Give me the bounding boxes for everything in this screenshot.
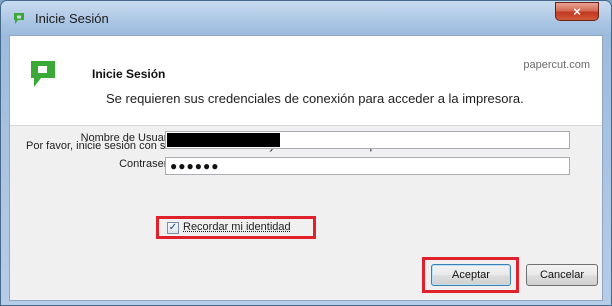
username-redaction — [167, 133, 280, 147]
title-bar[interactable]: Inicie Sesión × — [1, 1, 611, 35]
remember-checkbox[interactable]: ✓ — [167, 222, 179, 234]
login-dialog-window: Inicie Sesión × Inicie Sesión papercut.c… — [0, 0, 612, 306]
window-title: Inicie Sesión — [35, 11, 109, 26]
check-icon: ✓ — [168, 222, 178, 233]
cancel-button[interactable]: Cancelar — [526, 264, 598, 286]
papercut-app-icon — [14, 13, 24, 24]
brand-link: papercut.com — [523, 59, 590, 71]
header-title: Inicie Sesión — [92, 67, 166, 81]
close-icon: × — [573, 4, 581, 19]
accept-button[interactable]: Aceptar — [431, 264, 511, 286]
remember-label[interactable]: Recordar mi identidad — [183, 221, 291, 233]
password-field[interactable]: ●●●●●● — [165, 157, 570, 175]
header-panel: Inicie Sesión papercut.com Se requieren … — [10, 36, 602, 126]
papercut-logo-icon — [31, 61, 55, 87]
header-subtitle: Se requieren sus credenciales de conexió… — [106, 91, 524, 106]
close-button[interactable]: × — [555, 2, 599, 21]
username-field[interactable] — [165, 131, 570, 149]
